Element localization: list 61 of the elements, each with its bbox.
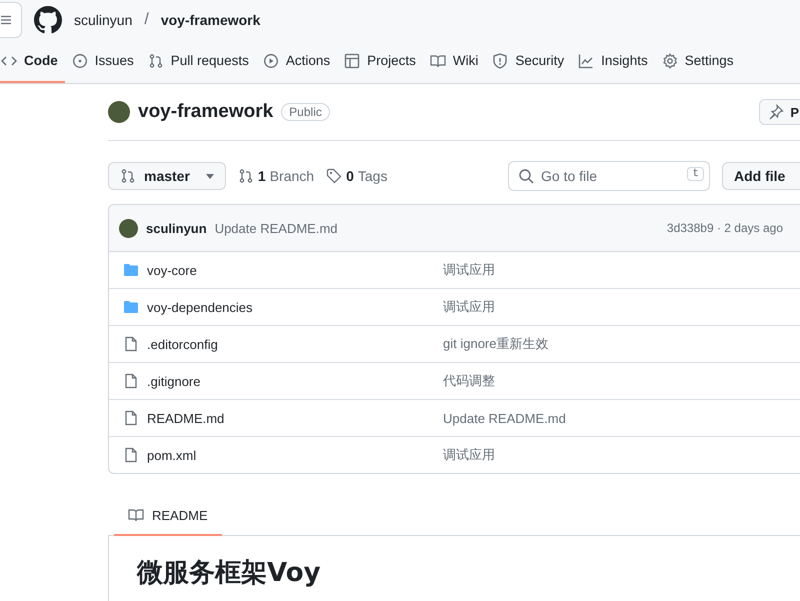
menu-icon xyxy=(1,15,11,25)
tags-link[interactable]: 0 Tags xyxy=(326,168,388,184)
branches-link[interactable]: 1 Branch xyxy=(238,168,314,184)
commit-author[interactable]: sculinyun xyxy=(146,220,207,236)
book-icon xyxy=(128,507,144,523)
issue-icon xyxy=(72,52,88,68)
nav-tab[interactable]: Pull requests xyxy=(140,40,256,83)
tag-icon xyxy=(326,168,342,184)
commit-message[interactable]: 调试应用 xyxy=(443,261,495,279)
file-name[interactable]: README.md xyxy=(147,410,224,426)
nav-tab[interactable]: Actions xyxy=(256,40,338,83)
commit-meta[interactable]: 3d338b9 · 2 days ago xyxy=(666,221,797,235)
file-name[interactable]: pom.xml xyxy=(147,448,196,462)
nav-tab[interactable]: Issues xyxy=(64,40,141,83)
file-icon xyxy=(123,336,139,352)
nav-tab[interactable]: Code xyxy=(0,40,65,83)
nav-tab[interactable]: Settings xyxy=(654,40,740,83)
nav-tab[interactable]: Insights xyxy=(571,40,655,83)
file-name[interactable]: .editorconfig xyxy=(147,336,218,352)
commit-message[interactable]: 代码调整 xyxy=(443,372,495,390)
owner-link[interactable]: sculinyun xyxy=(74,12,132,28)
file-icon xyxy=(123,447,139,463)
caret-icon xyxy=(206,174,214,178)
commit-message[interactable]: 调试应用 xyxy=(443,298,495,316)
nav-tab[interactable]: Projects xyxy=(337,40,423,83)
file-icon xyxy=(123,373,139,389)
gear-icon xyxy=(662,52,678,68)
graph-icon xyxy=(578,52,594,68)
commit-message[interactable]: Update README.md xyxy=(214,220,338,236)
file-name[interactable]: voy-dependencies xyxy=(147,300,253,314)
table-icon xyxy=(344,52,360,68)
file-name[interactable]: voy-core xyxy=(147,262,197,278)
pull-icon xyxy=(148,52,164,68)
readme-tab[interactable]: README xyxy=(114,496,222,536)
octocat-logo-icon[interactable] xyxy=(34,6,62,34)
commit-message[interactable]: Update README.md xyxy=(443,410,566,426)
branch-select[interactable]: master xyxy=(108,162,226,190)
shield-icon xyxy=(492,52,508,68)
branch-icon xyxy=(238,168,254,184)
commit-message[interactable]: 调试应用 xyxy=(443,446,495,464)
add-file-button[interactable]: Add file xyxy=(722,162,800,190)
commit-message[interactable]: git ignore重新生效 xyxy=(443,335,548,353)
readme-heading: 微服务框架Voy xyxy=(137,558,322,590)
folder-icon xyxy=(123,262,139,278)
pin-button[interactable]: P xyxy=(759,99,800,125)
avatar xyxy=(119,218,138,238)
play-icon xyxy=(262,52,279,68)
repo-title[interactable]: voy-framework xyxy=(138,101,274,123)
nav-tab[interactable]: Wiki xyxy=(422,40,486,83)
path-separator: / xyxy=(144,11,149,29)
avatar xyxy=(108,101,130,123)
pin-icon xyxy=(768,104,784,120)
file-name[interactable]: .gitignore xyxy=(147,374,200,388)
nav-tab[interactable]: Security xyxy=(485,40,572,83)
visibility-badge: Public xyxy=(281,103,330,121)
file-icon xyxy=(123,410,139,426)
folder-icon xyxy=(123,299,139,315)
repo-link[interactable]: voy-framework xyxy=(160,12,260,28)
book-icon xyxy=(430,52,446,68)
branch-icon xyxy=(120,168,136,184)
shortcut-key: t xyxy=(687,167,704,181)
